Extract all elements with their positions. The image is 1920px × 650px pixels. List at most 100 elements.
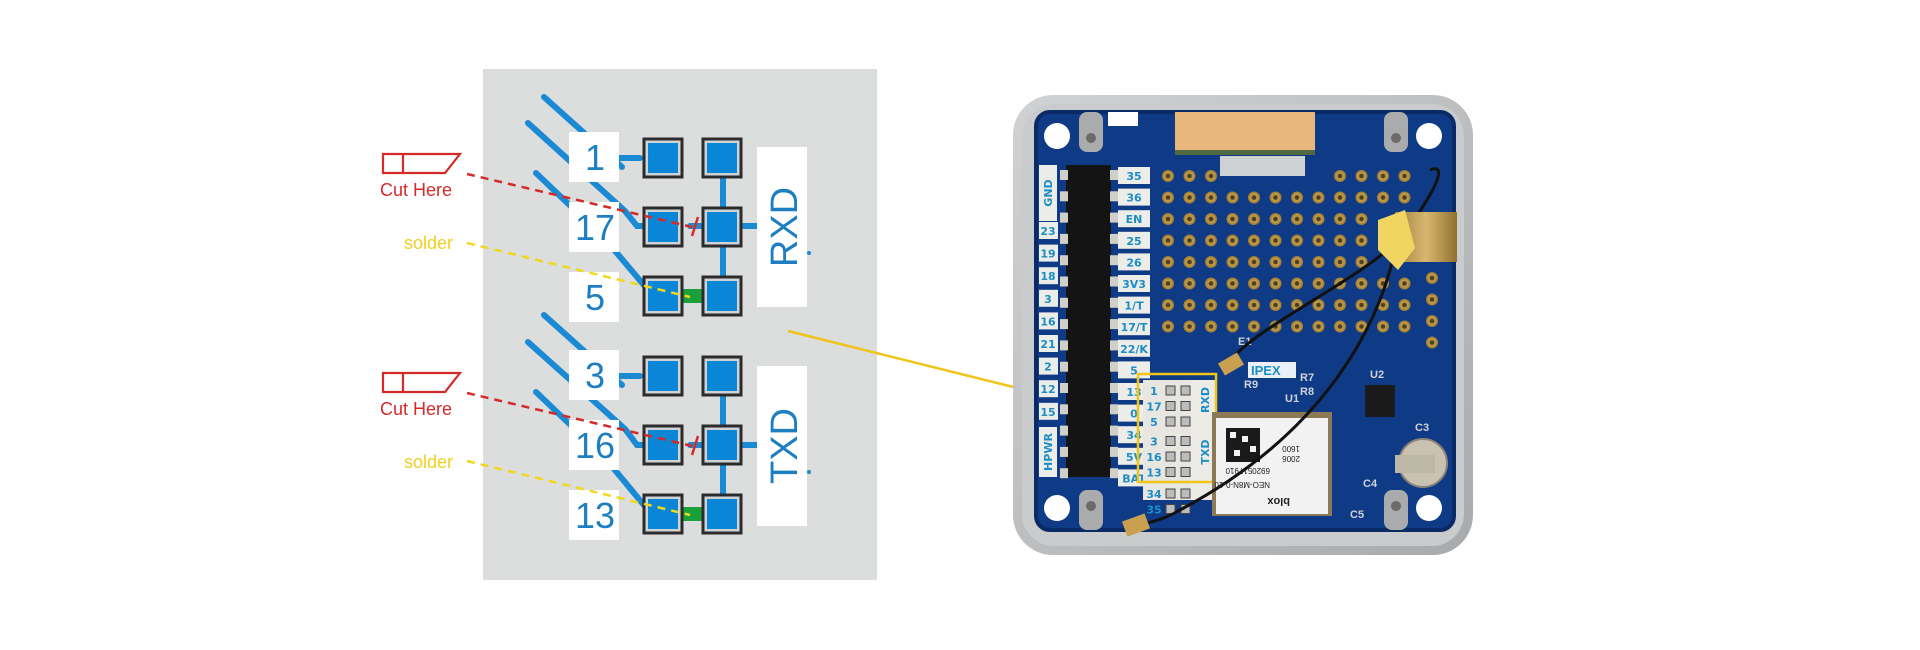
proto-hole: [1312, 234, 1325, 247]
jumper-pad: [1165, 488, 1176, 499]
pad: [642, 493, 684, 535]
patch-antenna: [1175, 112, 1315, 154]
proto-hole: [1398, 320, 1411, 333]
gps-line2: 2006: [1282, 454, 1300, 463]
jumper-pad: [1180, 451, 1191, 462]
pad: [642, 424, 684, 466]
proto-hole: [1183, 234, 1196, 247]
proto-hole: [1334, 299, 1346, 311]
proto-hole: [1312, 320, 1325, 333]
header-label: 12: [1040, 383, 1055, 396]
proto-hole: [1426, 272, 1438, 284]
svg-text:R9: R9: [1244, 379, 1258, 391]
header-pin: [1060, 361, 1068, 372]
header-pin: [1060, 425, 1068, 436]
proto-hole: [1355, 277, 1368, 290]
gps-module: blox NEO-M8N-0-10 6920517910 2006 1600: [1212, 412, 1332, 516]
proto-hole: [1162, 213, 1174, 225]
header-label: 23: [1040, 225, 1055, 238]
header-pin: [1060, 276, 1068, 287]
pin-label-3: 3: [585, 355, 605, 396]
header-pin: [1110, 255, 1118, 266]
jumper-pin-label: 34: [1146, 488, 1162, 501]
header-pin: [1110, 404, 1118, 415]
proto-hole: [1248, 191, 1260, 204]
jumper-pin-label: 5: [1150, 416, 1158, 429]
board-photo: GND 2319183162121215 HPWR 3536EN25263V31…: [1013, 95, 1473, 555]
pin-label-16: 16: [575, 425, 615, 466]
jumper-pin-label: 16: [1146, 451, 1162, 464]
proto-hole: [1377, 170, 1389, 182]
svg-text:R8: R8: [1300, 386, 1314, 398]
proto-hole: [1269, 299, 1282, 311]
proto-hole: [1398, 191, 1411, 204]
proto-hole: [1426, 293, 1438, 306]
pin-label-1: 1: [585, 137, 605, 178]
header-label: EN: [1126, 213, 1143, 226]
svg-text:R7: R7: [1300, 372, 1314, 384]
header-label: 35: [1126, 170, 1141, 183]
trace-end-dot: [807, 470, 811, 474]
proto-hole: [1226, 277, 1239, 290]
cut-here-label: Cut Here: [380, 180, 452, 200]
proto-hole: [1183, 170, 1196, 182]
proto-hole: [1205, 191, 1217, 204]
proto-hole: [1226, 234, 1239, 247]
proto-hole: [1291, 320, 1303, 333]
jumper-pin-label: 35: [1146, 504, 1161, 517]
proto-hole: [1226, 213, 1239, 225]
header-pin: [1060, 383, 1068, 393]
proto-hole: [1183, 299, 1196, 311]
proto-hole: [1162, 320, 1174, 333]
proto-hole: [1269, 213, 1282, 225]
pin-label-13: 13: [575, 495, 615, 536]
left-header-labels: 23 19 18 3 16 21 2 12 15: [1039, 222, 1058, 420]
txd-label: TXD: [764, 408, 806, 484]
proto-hole: [1355, 213, 1368, 225]
proto-hole: [1226, 191, 1239, 204]
proto-hole: [1355, 191, 1368, 204]
jumper-pad: [1165, 436, 1176, 446]
header-pin: [1110, 446, 1118, 457]
proto-hole: [1226, 320, 1239, 333]
jumper-pad: [1180, 385, 1191, 396]
proto-hole: [1205, 320, 1217, 333]
proto-hole: [1162, 191, 1174, 204]
proto-hole: [1183, 191, 1196, 204]
header-pin: [1110, 319, 1118, 330]
pad: [701, 206, 743, 248]
proto-hole: [1377, 191, 1389, 204]
header-pin: [1110, 276, 1118, 287]
header-label: 1/T: [1124, 300, 1144, 313]
header-label: 3V3: [1122, 278, 1146, 291]
header-pin: [1110, 468, 1118, 479]
header-pin: [1060, 212, 1068, 223]
jumper-pad: [1165, 401, 1176, 411]
pad: [701, 355, 743, 397]
header-pin: [1110, 383, 1118, 393]
rxd-label: RXD: [764, 187, 806, 267]
proto-hole: [1248, 320, 1260, 333]
proto-hole: [1291, 256, 1303, 268]
svg-text:U1: U1: [1285, 393, 1299, 405]
header-pin: [1110, 233, 1118, 244]
trace-end-dot: [807, 251, 811, 255]
header-pin: [1060, 233, 1068, 244]
proto-hole: [1183, 320, 1196, 333]
header-pin: [1060, 319, 1068, 330]
proto-hole: [1312, 191, 1325, 204]
svg-text:C5: C5: [1350, 509, 1364, 521]
jumper-diagram: 1 17 5 3 16 13 RXD TXD Cut Here solder C…: [380, 69, 877, 580]
header-pin: [1110, 212, 1118, 223]
proto-hole: [1183, 256, 1196, 268]
proto-hole: [1248, 234, 1260, 247]
pad: [701, 275, 743, 317]
pin-label-17: 17: [575, 207, 615, 248]
header-pin: [1060, 297, 1068, 308]
proto-hole: [1205, 299, 1217, 311]
proto-hole: [1291, 234, 1303, 247]
header-label: 22/K: [1120, 343, 1148, 356]
proto-hole: [1377, 320, 1389, 333]
header-label: 34: [1126, 429, 1142, 442]
proto-hole: [1355, 170, 1368, 182]
